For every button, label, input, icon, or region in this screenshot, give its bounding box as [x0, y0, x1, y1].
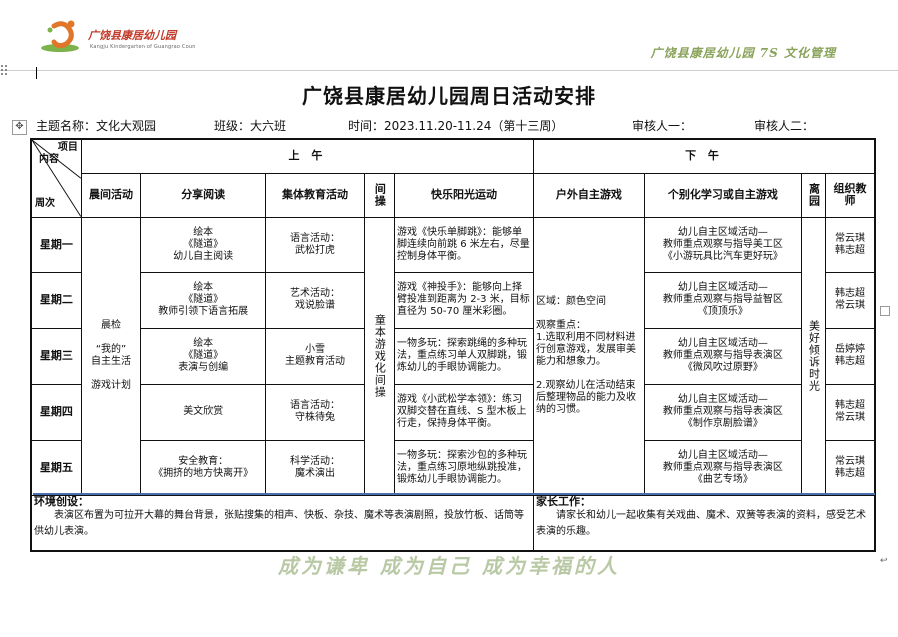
- header-divider: [0, 70, 898, 71]
- logo-subtitle: Kangju Kindergarten of Guangrao Coun: [90, 44, 196, 50]
- logo-title: 广饶县康居幼儿园: [88, 29, 176, 42]
- sport-cell: 一物多玩：探索跳绳的多种玩法，重点练习单人双脚跳，锻炼幼儿的手眼协调能力。: [394, 327, 535, 385]
- reviewer-two: 审核人二：: [754, 119, 815, 133]
- col-departure: 离园: [800, 172, 827, 218]
- weekly-schedule-table: 项目 内容 周次 上 午 下 午 晨间活动 分享阅读 集体教育活动 间操 快乐阳…: [30, 138, 876, 552]
- corner-week-label: 周次: [35, 197, 55, 209]
- reading-cell: 绘本 《隧道》 表演与创编: [140, 327, 267, 385]
- corner-header-cell: 项目 内容 周次: [30, 138, 82, 218]
- corner-content-label: 内容: [39, 154, 59, 165]
- education-cell: 科学活动： 魔术演出: [265, 439, 365, 496]
- footer-slogan: 成为谦卑 成为自己 成为幸福的人: [278, 554, 620, 578]
- sport-cell: 游戏《小武松学本领》：练习双脚交替在直线、S 型木板上行走，保持身体平衡。: [394, 383, 535, 441]
- education-cell: 语言活动： 守株待兔: [265, 383, 365, 441]
- table-row: 星期一 晨检 “我的” 自主生活 游戏计划 绘本 《隧道》 幼儿自主阅读 语言活…: [30, 216, 876, 496]
- col-exercise: 间操: [363, 172, 396, 218]
- teacher-cell: 韩志超 常云琪: [825, 383, 876, 441]
- sport-cell: 游戏《快乐单脚跳》：能够单脚连续向前跳 6 米左右，尽量控制身体平衡。: [394, 216, 535, 273]
- kindergarten-logo-icon: [41, 20, 79, 52]
- exercise-cell: 童本游戏化间操: [363, 216, 396, 496]
- teacher-cell: 常云琪 韩志超: [825, 216, 876, 273]
- individual-cell: 幼儿自主区域活动— 教师重点观察与指导益智区 《顶顶乐》: [643, 271, 802, 329]
- day-label: 星期一: [30, 216, 82, 273]
- col-morning-activity: 晨间活动: [80, 172, 142, 218]
- col-individual-learning: 个别化学习或自主游戏: [643, 172, 802, 218]
- parent-work-cell: 家长工作： 请家长和幼儿一起收集有关戏曲、魔术、双簧等表演的资料，感受艺术表演的…: [533, 494, 876, 552]
- outdoor-game-cell: 区域：颜色空间 观察重点： 1.选取利用不同材料进行创意游戏，发展审美能力和想象…: [533, 216, 645, 496]
- day-label: 星期二: [30, 271, 82, 329]
- col-teacher: 组织教师: [825, 172, 876, 218]
- sport-cell: 游戏《神投手》：能够向上择臂投准到距离为 2-3 米，目标直径为 50-70 厘…: [394, 271, 535, 329]
- day-label: 星期五: [30, 439, 82, 496]
- environment-cell: 环境创设： 表演区布置为可拉开大幕的舞台背景，张贴搜集的相声、快板、杂技、魔术等…: [30, 494, 535, 552]
- table-row: 星期三 绘本 《隧道》 表演与创编 小雪 主题教育活动 一物多玩：探索跳绳的多种…: [30, 327, 876, 385]
- reading-cell: 安全教育： 《拥挤的地方快离开》: [140, 439, 267, 496]
- education-cell: 语言活动： 武松打虎: [265, 216, 365, 273]
- parent-work-text: 请家长和幼儿一起收集有关戏曲、魔术、双簧等表演的资料，感受艺术表演的乐趣。: [536, 509, 867, 537]
- table-move-handle-icon[interactable]: ✥: [12, 120, 27, 135]
- reading-cell: 美文欣赏: [140, 383, 267, 441]
- reviewer-one: 审核人一：: [632, 119, 693, 133]
- page-title: 广饶县康居幼儿园周日活动安排: [302, 84, 596, 108]
- table-divider-bar: [33, 493, 875, 495]
- col-shared-reading: 分享阅读: [140, 172, 267, 218]
- notes-row: 环境创设： 表演区布置为可拉开大幕的舞台背景，张贴搜集的相声、快板、杂技、魔术等…: [30, 494, 876, 552]
- teacher-cell: 常云琪 韩志超: [825, 439, 876, 496]
- date-range: 时间：2023.11.20-11.24（第十三周）: [348, 119, 564, 133]
- sport-cell: 一物多玩：探索沙包的多种玩法，重点练习原地纵跳投准，锻炼幼儿手眼协调能力。: [394, 439, 535, 496]
- education-cell: 小雪 主题教育活动: [265, 327, 365, 385]
- table-row: 星期四 美文欣赏 语言活动： 守株待兔 游戏《小武松学本领》：练习双脚交替在直线…: [30, 383, 876, 441]
- day-label: 星期四: [30, 383, 82, 441]
- reading-cell: 绘本 《隧道》 幼儿自主阅读: [140, 216, 267, 273]
- environment-text: 表演区布置为可拉开大幕的舞台背景，张贴搜集的相声、快板、杂技、魔术等表演剧照，投…: [34, 509, 524, 537]
- teacher-cell: 韩志超 常云琪: [825, 271, 876, 329]
- header-culture-text: 广饶县康居幼儿园 7S 文化管理: [650, 46, 836, 60]
- environment-title: 环境创设：: [34, 495, 89, 508]
- afternoon-header: 下 午: [533, 138, 876, 174]
- page-corner-marker: [880, 306, 890, 316]
- morning-header: 上 午: [80, 138, 535, 174]
- reading-cell: 绘本 《隧道》 教师引领下语言拓展: [140, 271, 267, 329]
- col-group-education: 集体教育活动: [265, 172, 365, 218]
- table-row: 星期二 绘本 《隧道》 教师引领下语言拓展 艺术活动： 戏说脸谱 游戏《神投手》…: [30, 271, 876, 329]
- theme-name: 主题名称：文化大观园: [36, 119, 157, 133]
- education-cell: 艺术活动： 戏说脸谱: [265, 271, 365, 329]
- individual-cell: 幼儿自主区域活动— 教师重点观察与指导表演区 《制作京剧脸谱》: [643, 383, 802, 441]
- drag-dots-icon[interactable]: [0, 63, 10, 77]
- paragraph-mark-icon[interactable]: ↩: [880, 556, 894, 568]
- day-label: 星期三: [30, 327, 82, 385]
- table-row: 星期五 安全教育： 《拥挤的地方快离开》 科学活动： 魔术演出 一物多玩：探索沙…: [30, 439, 876, 496]
- col-sunshine-sport: 快乐阳光运动: [394, 172, 535, 218]
- individual-cell: 幼儿自主区域活动— 教师重点观察与指导美工区 《小游玩具比汽车更好玩》: [643, 216, 802, 273]
- parent-work-title: 家长工作：: [536, 495, 592, 508]
- individual-cell: 幼儿自主区域活动— 教师重点观察与指导表演区 《曲艺专场》: [643, 439, 802, 496]
- departure-cell: 美好倾诉时光: [800, 216, 827, 496]
- corner-item-label: 项目: [57, 142, 78, 153]
- morning-activity-cell: 晨检 “我的” 自主生活 游戏计划: [80, 216, 142, 496]
- individual-cell: 幼儿自主区域活动— 教师重点观察与指导表演区 《微风吹过原野》: [643, 327, 802, 385]
- class-name: 班级：大六班: [214, 119, 287, 133]
- text-cursor: [36, 67, 37, 79]
- col-outdoor-game: 户外自主游戏: [533, 172, 645, 218]
- teacher-cell: 岳婷婷 韩志超: [825, 327, 876, 385]
